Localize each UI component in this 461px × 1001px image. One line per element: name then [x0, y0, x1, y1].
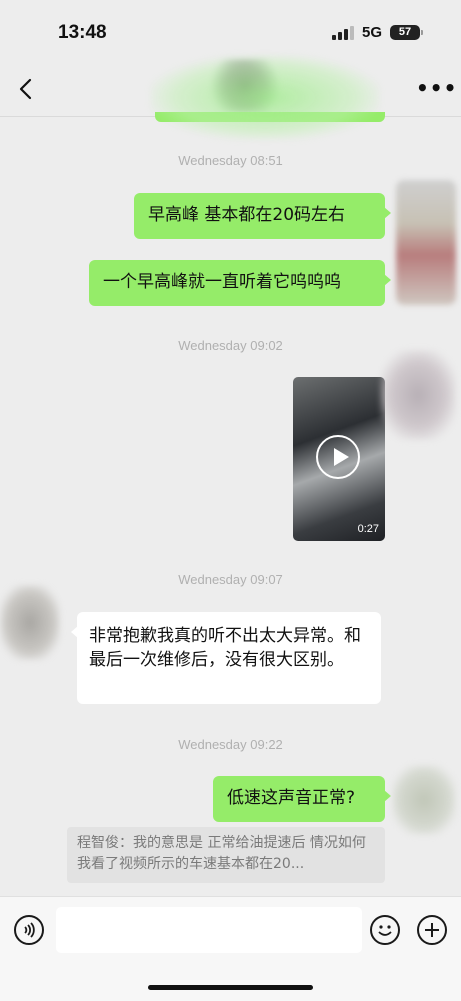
my-avatar-redacted [396, 180, 456, 305]
contact-avatar-redacted [0, 585, 60, 660]
message-timestamp: Wednesday 09:22 [178, 737, 283, 752]
redacted-area [150, 55, 380, 140]
video-message[interactable]: 0:27 [293, 377, 385, 541]
input-bar [0, 896, 461, 1001]
incoming-message[interactable]: 非常抱歉我真的听不出太大异常。和最后一次维修后，没有很大区别。 [71, 612, 381, 704]
outgoing-message[interactable]: 早高峰 基本都在20码左右 [134, 193, 391, 239]
my-avatar-redacted [380, 350, 456, 440]
message-input[interactable] [56, 907, 362, 953]
video-duration: 0:27 [357, 523, 379, 535]
voice-icon[interactable] [14, 915, 44, 945]
home-indicator [148, 985, 313, 990]
chevron-left-icon[interactable] [14, 74, 40, 104]
network-type: 5G [362, 24, 383, 41]
more-options-button[interactable]: ••• [416, 76, 457, 100]
plus-icon[interactable] [417, 915, 447, 945]
battery-icon: 57 [390, 25, 423, 40]
quoted-message[interactable]: 程智俊：我的意思是 正常给油提速后 情况如何 我看了视频所示的车速基本都在20.… [67, 827, 385, 883]
outgoing-message[interactable]: 一个早高峰就一直听着它呜呜呜 [89, 260, 391, 306]
signal-icon [332, 26, 354, 40]
play-icon[interactable] [316, 435, 360, 479]
emoji-icon[interactable] [370, 915, 400, 945]
my-avatar-redacted [392, 765, 456, 835]
message-timestamp: Wednesday 09:07 [178, 572, 283, 587]
outgoing-message[interactable]: 低速这声音正常? [213, 776, 391, 822]
status-time: 13:48 [58, 22, 107, 43]
message-timestamp: Wednesday 08:51 [178, 153, 283, 168]
